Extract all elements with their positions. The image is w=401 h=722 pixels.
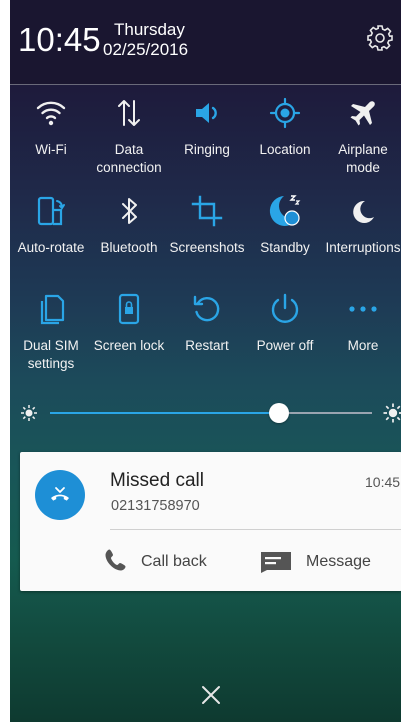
tile-label: Ringing bbox=[184, 142, 230, 157]
tile-label: Standby bbox=[260, 240, 310, 255]
auto-rotate-icon bbox=[37, 196, 65, 226]
tile-label: Screenshots bbox=[169, 240, 245, 255]
brightness-low-icon bbox=[21, 405, 37, 421]
tile-screen-lock[interactable]: Screen lock bbox=[90, 291, 168, 381]
close-icon[interactable] bbox=[199, 683, 223, 707]
tile-label: Location bbox=[259, 142, 311, 157]
caller-number: 02131758970 bbox=[111, 498, 200, 514]
lock-icon bbox=[118, 293, 140, 325]
dual-sim-icon bbox=[40, 294, 65, 325]
notification-time: 10:45 bbox=[365, 474, 401, 490]
airplane-icon bbox=[350, 101, 375, 126]
tile-location[interactable]: Location bbox=[246, 95, 324, 185]
clock-time: 10:45 bbox=[18, 21, 101, 58]
divider bbox=[110, 529, 401, 530]
speaker-icon bbox=[196, 103, 217, 123]
tile-dual-sim-settings[interactable]: Dual SIM settings bbox=[12, 291, 90, 381]
tile-auto-rotate[interactable]: Auto-rotate bbox=[12, 193, 90, 283]
wifi-icon bbox=[36, 101, 66, 126]
tile-label: Power off bbox=[256, 338, 314, 353]
missed-call-notification[interactable]: Missed call 02131758970 10:45 Call back … bbox=[20, 452, 401, 591]
call-back-label: Call back bbox=[141, 553, 207, 570]
bluetooth-icon bbox=[122, 198, 137, 224]
power-icon bbox=[271, 293, 299, 323]
more-icon bbox=[349, 306, 377, 312]
tile-bluetooth[interactable]: Bluetooth bbox=[90, 193, 168, 283]
moon-icon bbox=[353, 200, 374, 223]
tile-label: Airplane mode bbox=[338, 142, 388, 175]
tile-ringing[interactable]: Ringing bbox=[168, 95, 246, 185]
tile-label: Screen lock bbox=[93, 338, 165, 353]
tile-label: Bluetooth bbox=[100, 240, 158, 255]
settings-gear-icon[interactable] bbox=[366, 24, 394, 52]
tile-label: Interruptions bbox=[325, 240, 401, 255]
message-button[interactable]: Message bbox=[260, 544, 400, 580]
brightness-thumb[interactable] bbox=[268, 403, 289, 423]
brightness-slider[interactable] bbox=[10, 400, 401, 430]
data-connection-icon bbox=[118, 100, 140, 126]
missed-call-avatar bbox=[35, 470, 85, 520]
brightness-track[interactable] bbox=[50, 412, 372, 414]
tile-label: Data connection bbox=[96, 142, 162, 175]
tile-restart[interactable]: Restart bbox=[168, 291, 246, 381]
tile-label: More bbox=[347, 338, 379, 353]
notification-title: Missed call bbox=[110, 470, 204, 491]
restart-icon bbox=[193, 295, 220, 322]
tile-wifi[interactable]: Wi-Fi bbox=[12, 95, 90, 185]
tile-more[interactable]: More bbox=[324, 291, 401, 381]
tile-power-off[interactable]: Power off bbox=[246, 291, 324, 381]
tile-data-connection[interactable]: Data connection bbox=[90, 95, 168, 185]
location-icon bbox=[269, 97, 301, 129]
notification-shade: 10:45 Thursday 02/25/2016 Wi-Fi Data con… bbox=[10, 0, 401, 722]
tile-label: Restart bbox=[185, 338, 229, 353]
message-label: Message bbox=[306, 553, 371, 570]
message-icon bbox=[261, 552, 291, 573]
tile-screenshots[interactable]: Screenshots bbox=[168, 193, 246, 283]
missed-call-icon bbox=[51, 487, 69, 501]
brightness-track-fill bbox=[50, 412, 279, 414]
tile-interruptions[interactable]: Interruptions bbox=[324, 193, 401, 283]
crop-icon bbox=[191, 195, 223, 227]
tile-airplane-mode[interactable]: Airplane mode bbox=[324, 95, 401, 185]
call-back-button[interactable]: Call back bbox=[102, 544, 222, 580]
phone-icon bbox=[105, 549, 126, 571]
brightness-high-icon bbox=[383, 403, 401, 423]
date: 02/25/2016 bbox=[103, 40, 189, 59]
standby-icon bbox=[269, 195, 301, 226]
weekday: Thursday bbox=[114, 20, 185, 39]
tile-standby[interactable]: Standby bbox=[246, 193, 324, 283]
status-bar: 10:45 Thursday 02/25/2016 bbox=[10, 0, 401, 85]
